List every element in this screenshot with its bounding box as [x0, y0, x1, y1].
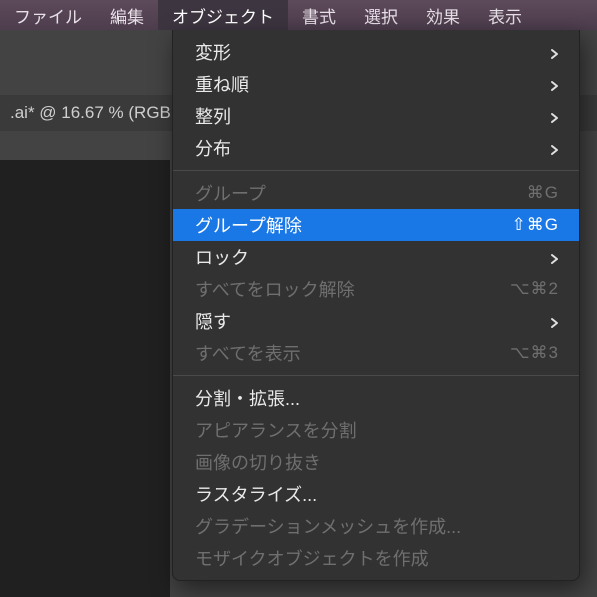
menu-item: 画像の切り抜き	[173, 446, 579, 478]
menu-item-label: グループ	[195, 180, 517, 206]
menu-item[interactable]: ラスタライズ...	[173, 478, 579, 510]
menu-item-label: 画像の切り抜き	[195, 449, 559, 475]
menu-item: グラデーションメッシュを作成...	[173, 510, 579, 542]
menu-item-shortcut: ⌥⌘3	[510, 343, 559, 363]
menu-item-label: グラデーションメッシュを作成...	[195, 513, 559, 539]
chevron-right-icon	[549, 79, 559, 89]
chevron-right-icon	[549, 316, 559, 326]
document-tab-label[interactable]: .ai* @ 16.67 % (RGB	[10, 103, 171, 123]
menu-item-label: 整列	[195, 103, 539, 129]
menu-item-label: すべてをロック解除	[195, 276, 500, 302]
menu-item[interactable]: 重ね順	[173, 68, 579, 100]
menu-effect[interactable]: 効果	[412, 0, 474, 30]
chevron-right-icon	[549, 252, 559, 262]
menu-item[interactable]: グループ解除 ⇧⌘G	[173, 209, 579, 241]
canvas-area	[0, 160, 170, 597]
menu-view[interactable]: 表示	[474, 0, 536, 30]
menu-item: すべてをロック解除 ⌥⌘2	[173, 273, 579, 305]
menu-item-shortcut: ⌥⌘2	[510, 279, 559, 299]
object-menu-dropdown: 変形重ね順整列分布グループ ⌘G グループ解除 ⇧⌘G ロックすべてをロック解除 ⌥⌘2 隠…	[172, 30, 580, 581]
menu-item-label: ラスタライズ...	[195, 481, 559, 507]
menu-item[interactable]: 分布	[173, 132, 579, 164]
menu-item-label: グループ解除	[195, 212, 502, 238]
menu-item-label: 重ね順	[195, 71, 539, 97]
menu-item[interactable]: 隠す	[173, 305, 579, 337]
menu-item-label: 隠す	[195, 308, 539, 334]
chevron-right-icon	[549, 111, 559, 121]
menu-item: すべてを表示 ⌥⌘3	[173, 337, 579, 369]
menu-item[interactable]: ロック	[173, 241, 579, 273]
menu-item-label: ロック	[195, 244, 539, 270]
menu-item-label: 分割・拡張...	[195, 385, 559, 411]
chevron-right-icon	[549, 143, 559, 153]
menu-object[interactable]: オブジェクト	[158, 0, 288, 30]
menu-item-shortcut: ⇧⌘G	[512, 215, 559, 235]
menu-select[interactable]: 選択	[350, 0, 412, 30]
menu-file[interactable]: ファイル	[0, 0, 96, 30]
menu-item-label: アピアランスを分割	[195, 417, 559, 443]
chevron-right-icon	[549, 47, 559, 57]
menu-item-label: モザイクオブジェクトを作成	[195, 545, 559, 571]
menu-item[interactable]: 分割・拡張...	[173, 382, 579, 414]
menu-item-label: すべてを表示	[195, 340, 500, 366]
menu-item: アピアランスを分割	[173, 414, 579, 446]
menu-separator	[173, 375, 579, 376]
menu-item[interactable]: 整列	[173, 100, 579, 132]
menu-item: グループ ⌘G	[173, 177, 579, 209]
menu-item-shortcut: ⌘G	[527, 183, 559, 203]
menu-separator	[173, 170, 579, 171]
menu-item-label: 変形	[195, 39, 539, 65]
menu-item-label: 分布	[195, 135, 539, 161]
menu-item[interactable]: 変形	[173, 36, 579, 68]
menu-edit[interactable]: 編集	[96, 0, 158, 30]
menu-item: モザイクオブジェクトを作成	[173, 542, 579, 574]
menu-type[interactable]: 書式	[288, 0, 350, 30]
menubar: ファイル 編集 オブジェクト 書式 選択 効果 表示	[0, 0, 597, 30]
